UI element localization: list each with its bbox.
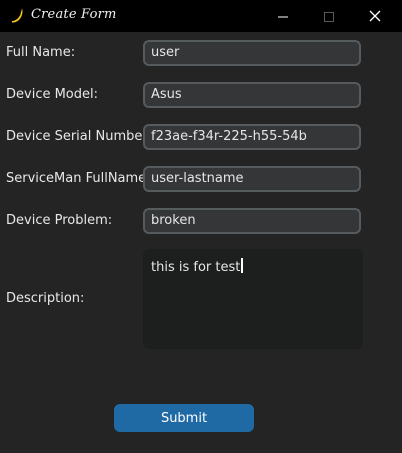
submit-button[interactable]: Submit bbox=[114, 404, 254, 432]
description-label: Description: bbox=[6, 291, 85, 306]
device-problem-input[interactable]: broken bbox=[143, 208, 361, 234]
serviceman-fullname-input[interactable]: user-lastname bbox=[143, 166, 361, 192]
full-name-input[interactable]: user bbox=[143, 40, 361, 66]
description-text: this is for test bbox=[151, 260, 241, 275]
full-name-label: Full Name: bbox=[6, 45, 76, 60]
minimize-button[interactable] bbox=[260, 0, 306, 32]
device-problem-label: Device Problem: bbox=[6, 213, 113, 228]
close-icon bbox=[369, 7, 381, 26]
maximize-icon bbox=[324, 7, 334, 26]
maximize-button[interactable] bbox=[306, 0, 352, 32]
device-model-input[interactable]: Asus bbox=[143, 82, 361, 108]
banana-icon bbox=[9, 8, 25, 24]
title-bar[interactable]: Create Form bbox=[0, 0, 402, 32]
serviceman-fullname-label: ServiceMan FullName: bbox=[6, 171, 151, 186]
serial-number-label: Device Serial Number: bbox=[6, 129, 152, 144]
description-textbox[interactable]: this is for test bbox=[143, 249, 363, 349]
window-title: Create Form bbox=[31, 7, 117, 22]
device-model-label: Device Model: bbox=[6, 87, 99, 102]
form-panel: Full Name: user Device Model: Asus Devic… bbox=[0, 32, 402, 453]
text-cursor bbox=[241, 258, 243, 273]
serial-number-input[interactable]: f23ae-f34r-225-h55-54b bbox=[143, 124, 361, 150]
close-button[interactable] bbox=[352, 0, 398, 32]
minimize-icon bbox=[278, 7, 288, 26]
